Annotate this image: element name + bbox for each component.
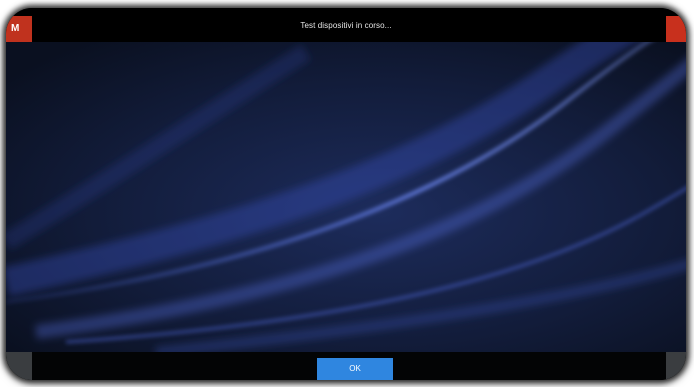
desktop-wallpaper — [6, 42, 686, 352]
title-bar: Test dispositivi in corso... — [6, 8, 686, 42]
wave-graphic — [6, 42, 686, 352]
dialog-window: Test dispositivi in corso... M OK — [6, 8, 686, 380]
app-badge-icon[interactable]: M — [6, 16, 32, 42]
close-icon[interactable] — [666, 16, 686, 42]
bottom-right-tab — [666, 352, 686, 380]
bottom-left-tab — [6, 352, 32, 380]
window-title: Test dispositivi in corso... — [300, 21, 392, 30]
ok-button[interactable]: OK — [317, 358, 393, 380]
